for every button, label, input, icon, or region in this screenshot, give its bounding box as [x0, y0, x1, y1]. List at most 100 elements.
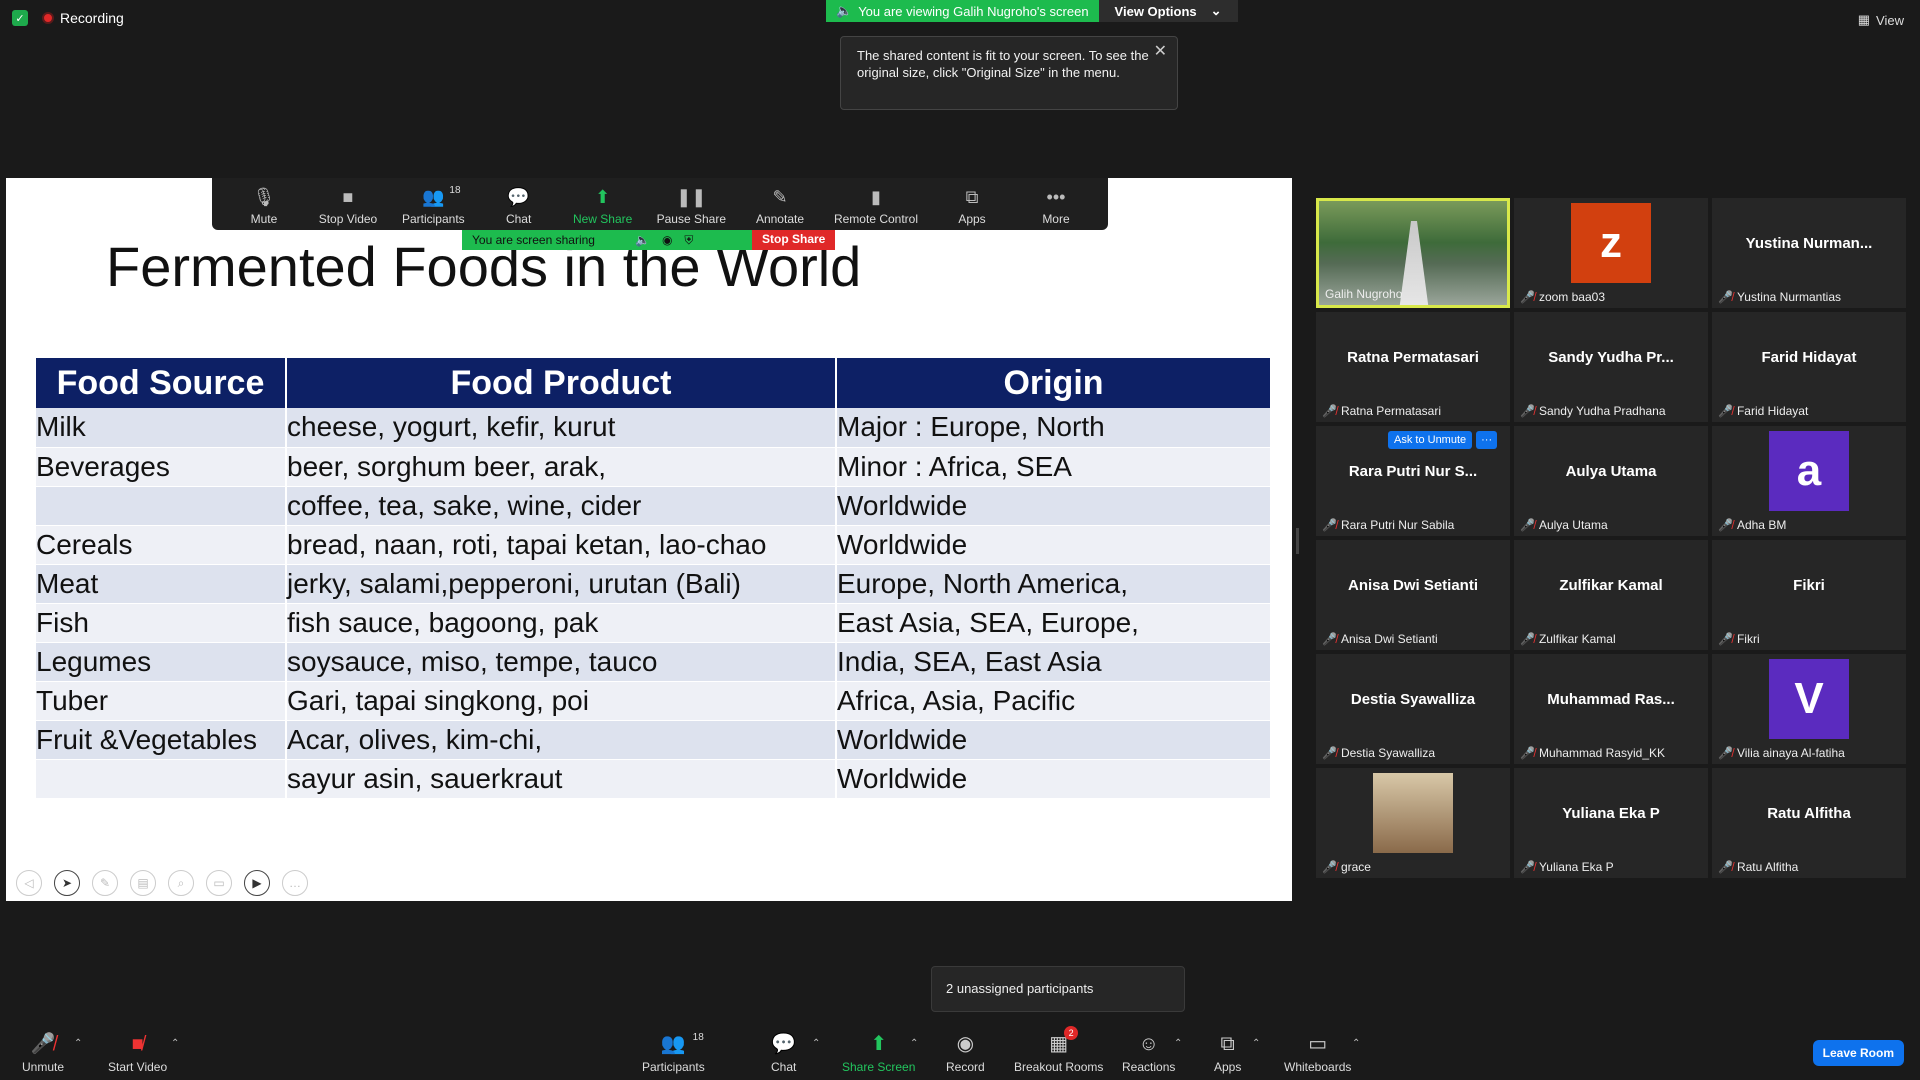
participant-tile[interactable]: 🎤̸ grace [1316, 768, 1510, 878]
participants-button[interactable]: 👥 18 Participants [642, 1032, 705, 1074]
toolbar-apps-button[interactable]: ⧉ Apps [942, 186, 1002, 226]
table-cell: Worldwide [836, 720, 1272, 760]
audio-options-chevron-icon[interactable]: ⌃ [74, 1038, 82, 1049]
apps-button[interactable]: ⧉ Apps [1214, 1032, 1241, 1074]
shield-icon[interactable]: ⛨ [684, 233, 693, 248]
reactions-button[interactable]: ☺ Reactions [1122, 1032, 1175, 1074]
toolbar-participants-button[interactable]: 👥 18 Participants [402, 185, 465, 226]
table-cell: coffee, tea, sake, wine, cider [286, 486, 837, 526]
participant-name: Anisa Dwi Setianti [1340, 632, 1438, 646]
tile-actions: Ask to Unmute ··· [1388, 431, 1498, 449]
camera-icon[interactable]: ▶ [244, 870, 270, 896]
stop-share-button[interactable]: Stop Share [752, 230, 836, 250]
participant-tile[interactable]: V 🎤̸ Vilia ainaya Al-fatiha [1712, 654, 1906, 764]
toolbar-new-share-button[interactable]: ⬆ New Share [573, 186, 633, 226]
ask-to-unmute-button[interactable]: Ask to Unmute [1388, 431, 1473, 449]
participant-tile[interactable]: Zulfikar Kamal 🎤̸ Zulfikar Kamal [1514, 540, 1708, 650]
participant-tile[interactable]: Muhammad Ras... 🎤̸ Muhammad Rasyid_KK [1514, 654, 1708, 764]
apps-chevron-icon[interactable]: ⌃ [1252, 1038, 1260, 1049]
participant-avatar-wrap: z [1514, 198, 1708, 288]
participant-tile[interactable]: Yustina Nurman... 🎤̸ Yustina Nurmantias [1712, 198, 1906, 308]
toolbar-pause-share-button[interactable]: ❚❚ Pause Share [657, 186, 726, 226]
breakout-badge: 2 [1064, 1026, 1079, 1040]
participant-tile[interactable]: Anisa Dwi Setianti 🎤̸ Anisa Dwi Setianti [1316, 540, 1510, 650]
slide-controls: ◁ ➤ ✎ ▤ ⌕ ▭ ▶ … [16, 870, 308, 896]
participant-tile[interactable]: Destia Syawalliza 🎤̸ Destia Syawalliza [1316, 654, 1510, 764]
share-options-chevron-icon[interactable]: ⌃ [910, 1038, 918, 1049]
participant-tile[interactable]: z 🎤̸ zoom baa03 [1514, 198, 1708, 308]
toolbar-mute-button[interactable]: 🎙 Mute [234, 186, 294, 226]
toolbar-remote-control-button[interactable]: ▮ Remote Control [834, 186, 918, 226]
participant-footer: 🎤̸ Fikri [1718, 632, 1760, 646]
zoom-icon[interactable]: ⌕ [168, 870, 194, 896]
view-options-button[interactable]: View Options ⌄ [1098, 0, 1238, 22]
participant-tile[interactable]: Fikri 🎤̸ Fikri [1712, 540, 1906, 650]
more-options-button[interactable]: ··· [1476, 431, 1498, 449]
close-icon[interactable]: ✕ [1154, 43, 1167, 60]
participant-name: Yustina Nurmantias [1736, 290, 1842, 304]
participant-tile[interactable]: Yuliana Eka P 🎤̸ Yuliana Eka P [1514, 768, 1708, 878]
toolbar-annotate-button[interactable]: ✎ Annotate [750, 186, 810, 226]
table-row: Cereals bread, naan, roti, tapai ketan, l… [36, 525, 1272, 565]
chat-button[interactable]: 💬 Chat [771, 1032, 796, 1074]
participant-footer: 🎤̸ Yuliana Eka P [1520, 860, 1614, 874]
record-label: Record [946, 1060, 985, 1074]
toolbar-more-button[interactable]: ••• More [1026, 186, 1086, 226]
subtitles-icon[interactable]: ▭ [206, 870, 232, 896]
stop-share-label: Stop Share [762, 232, 826, 246]
prev-slide-icon[interactable]: ◁ [16, 870, 42, 896]
speaker-icon: 🔈 [836, 3, 853, 18]
participant-gallery: Galih Nugroho z 🎤̸ zoom baa03 Yustina Nurman… [1316, 198, 1906, 878]
table-cell: Europe, North America, [836, 564, 1272, 604]
more-options-icon[interactable]: … [282, 870, 308, 896]
breakout-rooms-label: Breakout Rooms [1014, 1060, 1104, 1074]
participant-tile[interactable]: Aulya Utama 🎤̸ Aulya Utama [1514, 426, 1708, 536]
whiteboards-button[interactable]: ▭ Whiteboards [1284, 1032, 1351, 1074]
avatar: z [1571, 203, 1651, 283]
participant-tile[interactable]: Farid Hidayat 🎤̸ Farid Hidayat [1712, 312, 1906, 422]
participant-tile[interactable]: Rara Putri Nur S... Ask to Unmute ··· 🎤̸ Rar… [1316, 426, 1510, 536]
pen-icon[interactable]: ✎ [92, 870, 118, 896]
unmute-button[interactable]: 🎤̸ Unmute [22, 1032, 64, 1074]
recording-indicator[interactable]: Recording [42, 10, 124, 26]
resize-handle[interactable] [1296, 528, 1299, 554]
toolbar-stop-video-button[interactable]: ■ Stop Video [318, 186, 378, 226]
whiteboards-label: Whiteboards [1284, 1060, 1352, 1074]
participant-tile[interactable]: a 🎤̸ Adha BM [1712, 426, 1906, 536]
participant-tile[interactable]: Ratu Alfitha 🎤̸ Ratu Alfitha [1712, 768, 1906, 878]
table-cell: India, SEA, East Asia [836, 642, 1272, 682]
share-screen-button[interactable]: ⬆ Share Screen [842, 1032, 915, 1074]
table-cell: Tuber [36, 681, 287, 721]
view-button[interactable]: ▦ View [1858, 12, 1904, 28]
reactions-chevron-icon[interactable]: ⌃ [1174, 1038, 1182, 1049]
mic-muted-icon: 🎤̸ [1322, 746, 1337, 760]
pointer-icon[interactable]: ➤ [54, 870, 80, 896]
shield-icon[interactable]: ✓ [12, 10, 28, 26]
table-cell: Major : Europe, North [836, 408, 1272, 448]
view-label: View [1876, 12, 1904, 28]
chat-options-chevron-icon[interactable]: ⌃ [812, 1038, 820, 1049]
speaker-icon[interactable]: 🔈 [635, 233, 650, 248]
chat-icon: 💬 [771, 1033, 797, 1055]
leave-room-button[interactable]: Leave Room [1812, 1040, 1904, 1066]
slides-icon[interactable]: ▤ [130, 870, 156, 896]
mic-muted-icon: 🎤̸ [1520, 746, 1535, 760]
toolbar-label: Stop Video [318, 212, 378, 226]
mic-muted-icon: 🎤̸ [30, 1033, 56, 1055]
participant-tile[interactable]: Galih Nugroho [1316, 198, 1510, 308]
participant-tile[interactable]: Sandy Yudha Pr... 🎤̸ Sandy Yudha Pradhana [1514, 312, 1708, 422]
record-button[interactable]: ◉ Record [946, 1032, 985, 1074]
avatar: V [1769, 659, 1849, 739]
participants-count: 18 [692, 1032, 704, 1043]
start-video-button[interactable]: ■̸ Start Video [108, 1032, 167, 1074]
participant-name: Zulfikar Kamal [1538, 632, 1616, 646]
breakout-rooms-button[interactable]: ▦ 2 Breakout Rooms [1014, 1026, 1104, 1074]
recording-label: Recording [60, 10, 124, 26]
record-icon[interactable]: ◉ [662, 233, 672, 248]
participant-tile[interactable]: Ratna Permatasari 🎤̸ Ratna Permatasari [1316, 312, 1510, 422]
video-options-chevron-icon[interactable]: ⌃ [171, 1038, 179, 1049]
unassigned-participants-popup[interactable]: 2 unassigned participants [931, 966, 1185, 1012]
whiteboards-chevron-icon[interactable]: ⌃ [1352, 1038, 1360, 1049]
table-cell: sayur asin, sauerkraut [286, 759, 837, 799]
toolbar-chat-button[interactable]: 💬 Chat [489, 186, 549, 226]
